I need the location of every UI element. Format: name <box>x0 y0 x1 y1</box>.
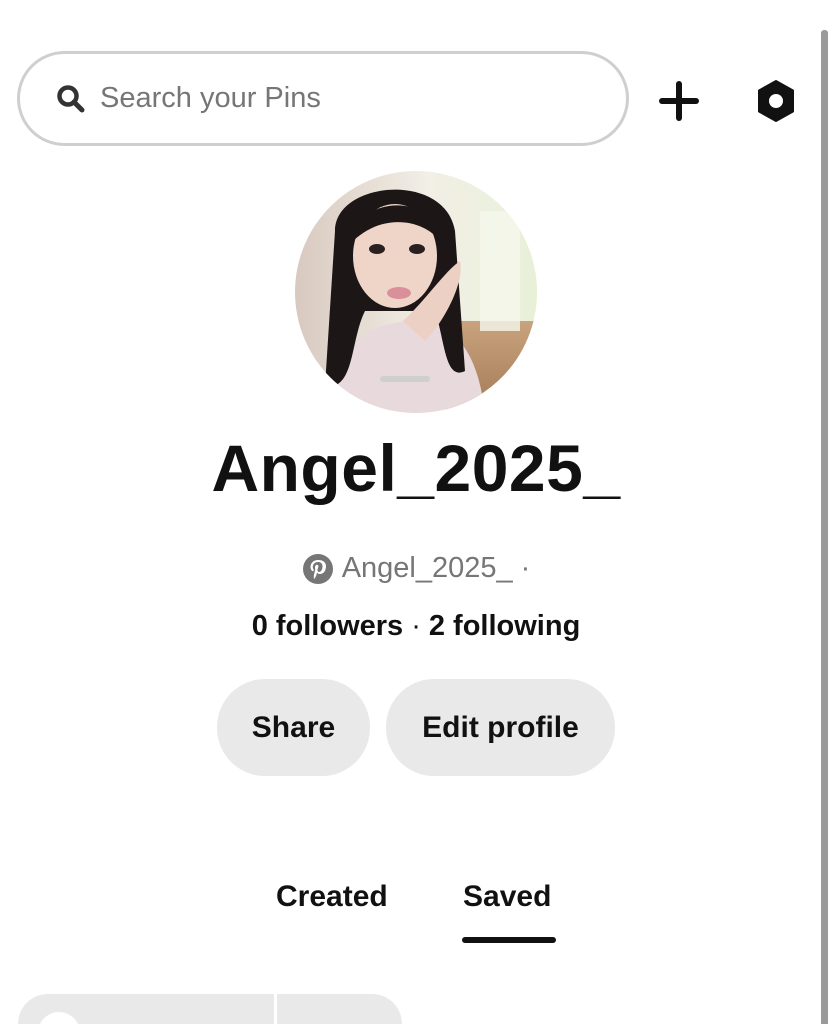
handle-separator: · <box>520 552 531 584</box>
tab-saved[interactable]: Saved <box>463 880 551 914</box>
handle-row: Angel_2025_ · <box>0 552 832 585</box>
following-count[interactable]: 2 following <box>429 610 580 643</box>
scrollbar[interactable] <box>821 30 828 1024</box>
tab-created[interactable]: Created <box>276 880 388 914</box>
filter-divider <box>274 994 277 1024</box>
follow-stats: 0 followers · 2 following <box>0 610 832 643</box>
display-name: Angel_2025_ <box>211 431 621 505</box>
search-icon <box>54 82 88 116</box>
filter-bar[interactable] <box>18 994 402 1024</box>
search-input[interactable] <box>100 82 580 115</box>
active-tab-indicator <box>462 937 556 943</box>
plus-icon <box>659 81 699 121</box>
edit-profile-button[interactable]: Edit profile <box>386 679 615 776</box>
stats-separator: · <box>411 610 421 642</box>
share-button[interactable]: Share <box>217 679 370 776</box>
create-button[interactable] <box>652 74 706 128</box>
avatar[interactable] <box>295 171 537 413</box>
search-bar[interactable] <box>17 51 629 146</box>
followers-count[interactable]: 0 followers <box>252 610 404 643</box>
hexagon-gear-icon <box>758 80 794 122</box>
pinterest-logo-icon <box>302 553 334 585</box>
filter-icon[interactable] <box>38 1012 80 1024</box>
profile-page: Angel_2025_ Angel_2025_ · 0 followers · … <box>0 0 832 1024</box>
settings-button[interactable] <box>748 73 804 129</box>
profile-handle[interactable]: Angel_2025_ <box>342 552 513 585</box>
avatar-photo <box>295 171 537 413</box>
